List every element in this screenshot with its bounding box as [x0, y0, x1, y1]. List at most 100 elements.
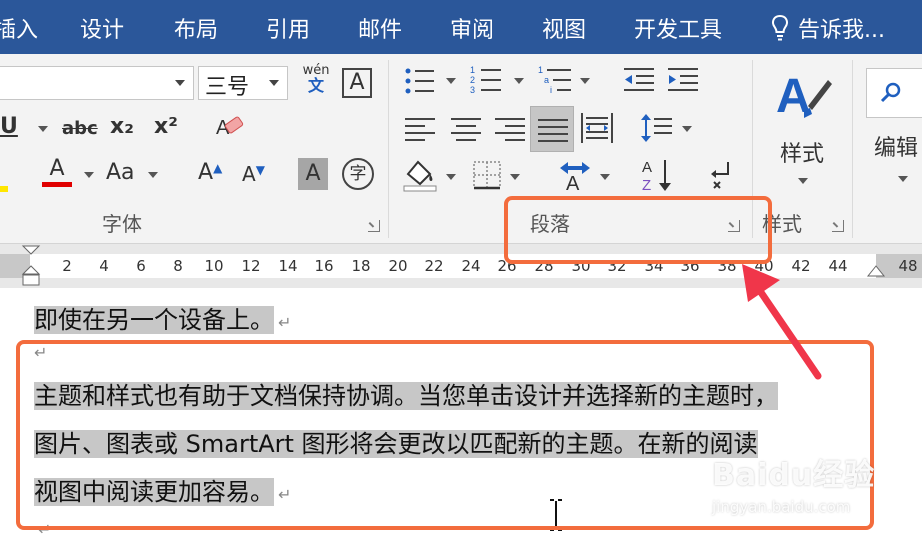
watermark-url: jingyan.baidu.com	[712, 498, 851, 516]
chevron-down-icon[interactable]	[682, 126, 692, 132]
phonetic-guide-bottom: 文	[307, 76, 324, 95]
show-paragraph-marks-icon[interactable]	[708, 160, 736, 190]
chevron-down-icon	[175, 80, 185, 86]
tab-references[interactable]: 引用	[266, 12, 310, 44]
right-indent-marker-icon[interactable]	[866, 264, 886, 284]
shading-icon[interactable]	[402, 158, 438, 192]
svg-text:1: 1	[538, 65, 543, 75]
tab-design[interactable]: 设计	[80, 12, 124, 44]
paragraph-mark-icon: ↵	[278, 313, 292, 332]
chevron-down-icon[interactable]	[514, 78, 524, 84]
asian-layout-icon[interactable]: A	[556, 158, 596, 192]
ruler-tick: 24	[461, 257, 481, 275]
chevron-down-icon[interactable]	[600, 174, 610, 180]
tell-me-search[interactable]: 告诉我...	[770, 12, 885, 44]
bullets-icon[interactable]	[404, 66, 436, 96]
chevron-down-icon[interactable]	[84, 172, 94, 178]
font-size-combo[interactable]: 三号	[198, 66, 288, 100]
grow-font-button[interactable]: A▲	[198, 162, 222, 184]
svg-text:Z: Z	[642, 177, 651, 194]
tell-me-label: 告诉我...	[798, 18, 885, 43]
svg-text:A: A	[566, 173, 580, 192]
chevron-down-icon[interactable]	[446, 78, 456, 84]
chevron-down-icon[interactable]	[510, 174, 520, 180]
align-center-icon[interactable]	[450, 116, 482, 142]
styles-label: 样式	[779, 142, 824, 167]
multilevel-list-icon[interactable]: 1 a i	[538, 64, 574, 96]
document-line[interactable]: 即使在另一个设备上。 ↵	[34, 300, 291, 340]
chevron-down-icon[interactable]	[38, 126, 48, 132]
tab-developer[interactable]: 开发工具	[634, 12, 722, 44]
superscript-button[interactable]: x²	[154, 116, 178, 138]
distributed-icon[interactable]	[580, 112, 614, 144]
font-color-glyph: A	[49, 156, 65, 181]
ruler-tick: 14	[278, 257, 298, 275]
tab-mailings[interactable]: 邮件	[358, 12, 402, 44]
clear-formatting-icon[interactable]: A	[214, 112, 246, 144]
styles-icon: A	[776, 70, 832, 123]
font-name-combo[interactable]	[0, 66, 194, 100]
tab-review[interactable]: 审阅	[450, 12, 494, 44]
editing-button[interactable]: 编辑	[864, 62, 922, 192]
font-size-value: 三号	[205, 75, 250, 100]
shrink-font-button[interactable]: A▼	[242, 164, 265, 184]
ruler-tick: 44	[828, 257, 848, 275]
subscript-button[interactable]: x₂	[110, 116, 134, 138]
shrink-font-glyph: A	[242, 162, 256, 186]
underline-button[interactable]: U	[0, 116, 18, 138]
font-group-label: 字体	[102, 212, 142, 236]
ruler-tick: 16	[314, 257, 334, 275]
strikethrough-button[interactable]: abc	[62, 120, 98, 138]
enclose-characters-button[interactable]: 字	[342, 158, 374, 190]
svg-text:i: i	[550, 85, 552, 95]
group-separator	[852, 60, 853, 238]
svg-text:3: 3	[470, 85, 475, 95]
numbering-icon[interactable]: 1 2 3	[470, 64, 504, 96]
line-spacing-icon[interactable]	[640, 112, 674, 144]
ribbon: 三号 wén 文 A U abc x₂ x² A A Aa A▲ A▼ A 字 …	[0, 54, 922, 244]
ruler-tick: 6	[136, 257, 146, 275]
highlight-color-button[interactable]	[0, 158, 8, 192]
ruler-tick: 10	[204, 257, 224, 275]
annotation-arrow-icon	[742, 264, 822, 380]
align-right-icon[interactable]	[494, 116, 526, 142]
chevron-down-icon	[269, 80, 279, 86]
character-shading-button[interactable]: A	[298, 158, 328, 190]
increase-indent-icon[interactable]	[666, 66, 700, 94]
borders-icon[interactable]	[472, 160, 502, 190]
ruler-tick: 12	[241, 257, 261, 275]
change-case-button[interactable]: Aa	[106, 162, 135, 184]
chevron-down-icon	[798, 178, 808, 184]
styles-button[interactable]: A 样式	[770, 66, 834, 186]
search-icon	[880, 82, 901, 103]
svg-text:1: 1	[470, 65, 475, 75]
styles-dialog-launcher-icon[interactable]	[832, 220, 844, 232]
decrease-indent-icon[interactable]	[622, 66, 656, 94]
ruler-tick: 4	[99, 257, 109, 275]
font-dialog-launcher-icon[interactable]	[368, 220, 380, 232]
sort-icon: A Z	[642, 159, 671, 194]
phonetic-guide-button[interactable]: wén 文	[298, 64, 334, 94]
menu-bar: 插入 设计 布局 引用 邮件 审阅 视图 开发工具 告诉我...	[0, 0, 922, 54]
chevron-down-icon	[898, 176, 908, 182]
sort-button[interactable]: A Z	[642, 156, 676, 194]
tab-layout[interactable]: 布局	[174, 12, 218, 44]
ruler-tick: 20	[388, 257, 408, 275]
chevron-down-icon[interactable]	[580, 78, 590, 84]
justify-icon	[538, 119, 568, 142]
chevron-down-icon[interactable]	[446, 174, 456, 180]
watermark-brand: Baidu经验	[712, 458, 876, 493]
character-border-button[interactable]: A	[342, 68, 372, 98]
indent-marker-icon[interactable]	[20, 244, 42, 288]
chevron-down-icon[interactable]	[148, 172, 158, 178]
baidu-watermark: Baidu经验 jingyan.baidu.com	[712, 450, 875, 516]
align-left-icon[interactable]	[404, 116, 436, 142]
font-color-button[interactable]: A	[42, 158, 72, 187]
tab-view[interactable]: 视图	[542, 12, 586, 44]
lightbulb-icon	[772, 14, 788, 41]
tab-insert[interactable]: 插入	[0, 12, 38, 44]
find-box	[866, 68, 922, 118]
ruler-tick: 22	[424, 257, 444, 275]
group-separator	[388, 60, 389, 238]
justify-button[interactable]	[530, 106, 574, 152]
